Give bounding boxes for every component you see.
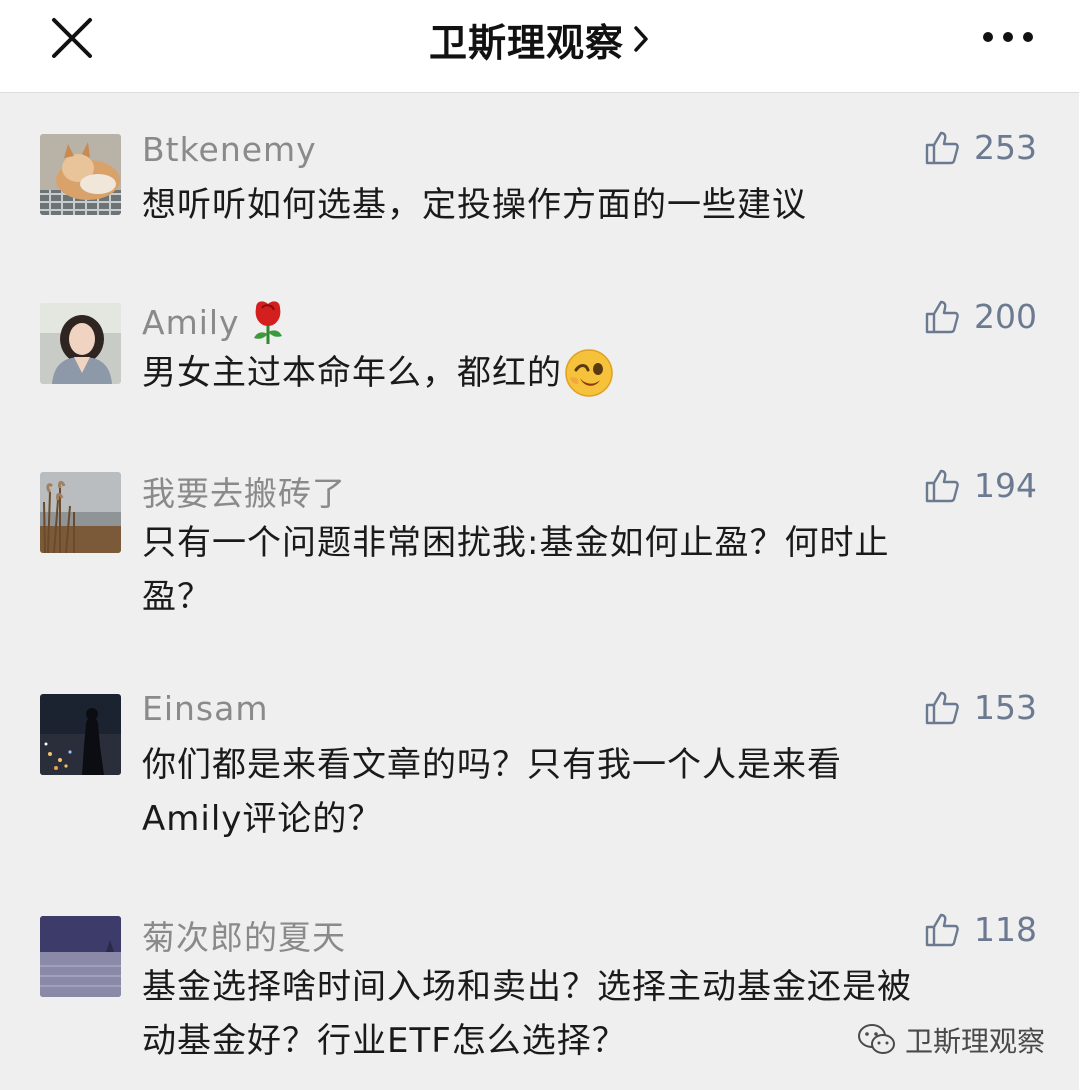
like-button[interactable]: 200 bbox=[924, 297, 1037, 336]
reeds-avatar[interactable] bbox=[40, 472, 121, 553]
like-button[interactable]: 118 bbox=[924, 910, 1037, 949]
watermark-text: 卫斯理观察 bbox=[904, 1025, 1045, 1058]
thumbs-up-icon bbox=[925, 913, 959, 946]
thumbs-up-icon bbox=[925, 131, 959, 164]
winking-face-icon bbox=[565, 349, 613, 397]
comment-text-row: 男女主过本命年么，都红的 bbox=[142, 346, 1022, 400]
rose-icon bbox=[253, 301, 282, 344]
cat-avatar[interactable] bbox=[40, 134, 121, 215]
account-title-link[interactable]: 卫斯理观察 bbox=[0, 14, 1079, 65]
woman-avatar[interactable] bbox=[40, 303, 121, 384]
thumbs-up-icon bbox=[925, 469, 959, 502]
like-count: 194 bbox=[974, 466, 1037, 505]
comment-text-line: Amily评论的？ bbox=[142, 799, 383, 839]
like-count: 153 bbox=[974, 688, 1037, 727]
comment-nickname[interactable]: Einsam bbox=[142, 689, 269, 728]
sea-avatar[interactable] bbox=[40, 916, 121, 997]
comment-text-line: 动基金好？行业ETF怎么选择？ bbox=[142, 1021, 627, 1061]
comment-nickname[interactable]: 我要去搬砖了 bbox=[142, 467, 346, 515]
like-count: 200 bbox=[974, 297, 1037, 336]
like-button[interactable]: 153 bbox=[924, 688, 1037, 727]
thumbs-up-icon bbox=[925, 300, 959, 333]
comment-nickname[interactable]: Btkenemy bbox=[142, 130, 317, 169]
wechat-icon bbox=[857, 1024, 895, 1054]
comment-text-line: 基金选择啥时间入场和卖出？选择主动基金还是被 bbox=[142, 967, 912, 1007]
comment-nickname: Amily bbox=[142, 302, 240, 342]
comment-text: 想听听如何选基，定投操作方面的一些建议 bbox=[142, 185, 807, 225]
comment-nickname[interactable]: 菊次郎的夏天 bbox=[142, 911, 346, 959]
thumbs-up-icon bbox=[925, 691, 959, 724]
like-count: 253 bbox=[974, 128, 1037, 167]
comment-text-line: 只有一个问题非常困扰我:基金如何止盈？何时止 bbox=[142, 523, 890, 563]
more-icon bbox=[983, 32, 1033, 42]
watermark: 卫斯理观察 bbox=[857, 1020, 1045, 1060]
comment-text: 男女主过本命年么，都红的 bbox=[142, 353, 562, 393]
more-button[interactable] bbox=[980, 22, 1036, 52]
like-count: 118 bbox=[974, 910, 1037, 949]
like-button[interactable]: 253 bbox=[924, 128, 1037, 167]
comment-text-line: 你们都是来看文章的吗？只有我一个人是来看 bbox=[142, 745, 842, 785]
comment-text-line: 盈？ bbox=[142, 577, 212, 617]
like-button[interactable]: 194 bbox=[924, 466, 1037, 505]
chevron-right-icon bbox=[634, 26, 648, 52]
page-title: 卫斯理观察 bbox=[428, 20, 624, 65]
city-night-avatar[interactable] bbox=[40, 694, 121, 775]
comment-nickname-group[interactable]: Amily bbox=[142, 298, 290, 346]
top-bar: 卫斯理观察 bbox=[0, 0, 1079, 93]
